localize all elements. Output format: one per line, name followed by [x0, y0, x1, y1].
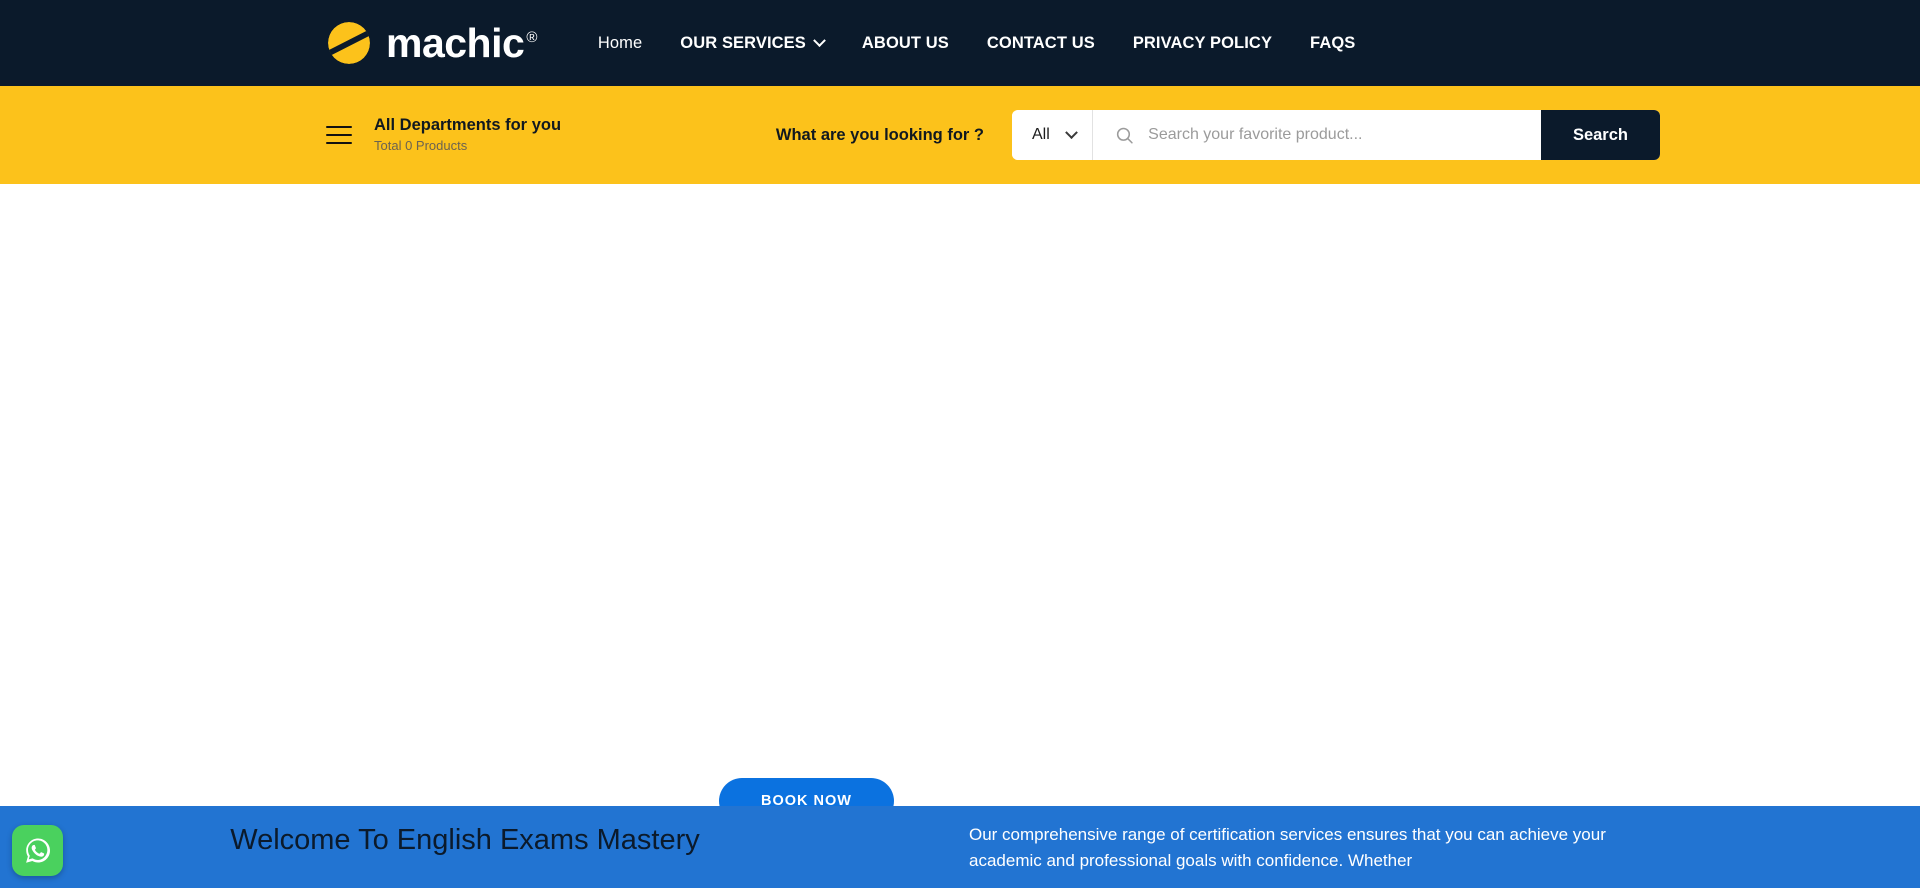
nav-label: PRIVACY POLICY: [1132, 33, 1273, 52]
welcome-heading: Welcome To English Exams Mastery: [230, 824, 700, 856]
book-now-button[interactable]: BOOK NOW: [719, 778, 894, 806]
search-icon: [1116, 127, 1133, 144]
nav-label: FAQS: [1310, 33, 1356, 52]
whatsapp-icon: [25, 837, 50, 863]
welcome-heading-col: Welcome To English Exams Mastery: [0, 822, 960, 858]
top-navigation-bar: machic ® Home OUR SERVICES ABOUT US CONTA…: [0, 0, 1920, 86]
nav-label: CONTACT US: [986, 33, 1095, 52]
hamburger-menu-icon: [326, 126, 352, 144]
registered-trademark-symbol: ®: [526, 28, 537, 46]
search-input-wrap: [1092, 110, 1541, 160]
hero-title: GET EXPERT EXAMS SOLUTIONS ON UK AND WOR…: [600, 402, 1320, 501]
nav-label: OUR SERVICES: [680, 33, 806, 52]
product-search-group: All Search: [1012, 110, 1660, 160]
nav-item-faqs[interactable]: FAQS: [1291, 24, 1374, 63]
nav-item-contact-us[interactable]: CONTACT US: [968, 24, 1114, 63]
nav-item-home[interactable]: Home: [579, 24, 661, 63]
departments-title: All Departments for you: [374, 116, 562, 135]
machic-logo-icon: [326, 20, 372, 66]
hero-eyebrow: ACHIEVE YOUR GOALS WITH OUR EXPERT SERVI…: [600, 366, 1320, 392]
nav-label: Home: [597, 33, 643, 52]
welcome-paragraph: Our comprehensive range of certification…: [969, 825, 1606, 871]
whatsapp-floating-button[interactable]: [12, 825, 63, 876]
hero-text-block: ACHIEVE YOUR GOALS WITH OUR EXPERT SERVI…: [600, 366, 1320, 535]
nav-item-our-services[interactable]: OUR SERVICES: [661, 24, 843, 63]
search-prompt-label: What are you looking for ?: [775, 125, 984, 144]
welcome-section: Welcome To English Exams Mastery Our com…: [0, 806, 1920, 888]
search-submit-button[interactable]: Search: [1540, 110, 1660, 160]
all-departments-menu[interactable]: All Departments for you Total 0 Products: [326, 115, 561, 154]
chevron-down-icon: [813, 33, 826, 47]
welcome-paragraph-col: Our comprehensive range of certification…: [960, 822, 1920, 875]
chevron-down-icon: [1064, 125, 1078, 139]
search-bar-section: All Departments for you Total 0 Products…: [0, 86, 1920, 184]
hero-slide: ACHIEVE YOUR GOALS WITH OUR EXPERT SERVI…: [0, 184, 1920, 806]
brand-name: machic ®: [386, 19, 537, 66]
nav-label: ABOUT US: [861, 33, 949, 52]
nav-item-about-us[interactable]: ABOUT US: [843, 24, 968, 63]
brand-logo-link[interactable]: machic ®: [326, 20, 537, 66]
search-input[interactable]: [1148, 126, 1541, 144]
nav-item-privacy-policy[interactable]: PRIVACY POLICY: [1114, 24, 1291, 63]
primary-nav: Home OUR SERVICES ABOUT US CONTACT US PR…: [579, 24, 1375, 63]
hero-carousel: ACHIEVE YOUR GOALS WITH OUR EXPERT SERVI…: [0, 184, 1920, 806]
hero-subtitle: Trusted certification and exam support: [600, 515, 1320, 535]
search-category-value: All: [1032, 126, 1050, 143]
search-category-dropdown[interactable]: All: [1012, 110, 1093, 160]
departments-product-count: Total 0 Products: [374, 138, 468, 154]
